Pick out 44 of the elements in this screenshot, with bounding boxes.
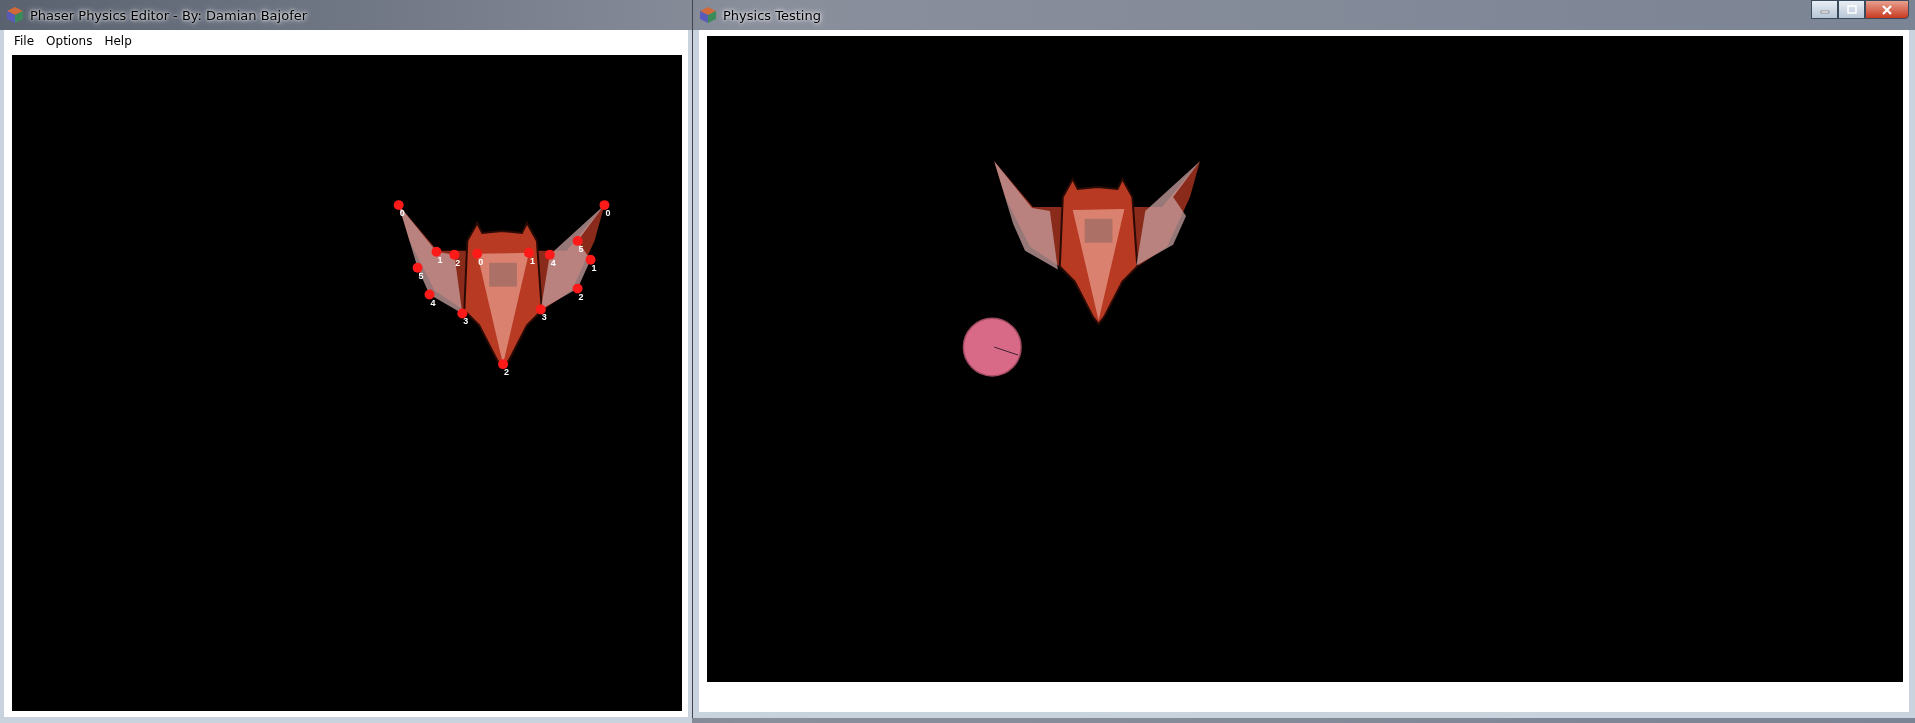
vertex-label: 1 bbox=[529, 255, 535, 266]
vertex-label: 2 bbox=[455, 257, 461, 268]
vertex-label: 0 bbox=[399, 208, 405, 219]
vertex-label: 1 bbox=[591, 262, 597, 273]
vertex-handle[interactable] bbox=[431, 246, 442, 257]
vertex-label: 4 bbox=[430, 297, 436, 308]
vertex-handle[interactable] bbox=[393, 200, 404, 211]
vertex-label: 3 bbox=[463, 316, 469, 327]
menu-item[interactable]: Help bbox=[98, 32, 138, 50]
close-button[interactable] bbox=[1865, 0, 1909, 19]
vertex-label: 3 bbox=[541, 312, 547, 323]
vertex-handle[interactable] bbox=[599, 200, 610, 211]
menu-item[interactable]: File bbox=[8, 32, 41, 50]
vertex-handle[interactable] bbox=[544, 249, 555, 260]
vertex-label: 2 bbox=[504, 367, 510, 378]
vertex-label: 4 bbox=[550, 257, 556, 268]
maximize-icon bbox=[1846, 5, 1857, 14]
vertex-label: 2 bbox=[578, 291, 584, 302]
vertex-handle[interactable] bbox=[472, 248, 483, 259]
vertex-label: 5 bbox=[418, 270, 424, 281]
vertex-handle[interactable] bbox=[535, 304, 546, 315]
vertex-label: 1 bbox=[437, 254, 443, 265]
vertex-label: 5 bbox=[578, 243, 584, 254]
vertex-handle[interactable] bbox=[498, 359, 509, 370]
close-icon bbox=[1881, 4, 1893, 15]
menu-item[interactable]: Options bbox=[40, 32, 99, 50]
vertex-label: 0 bbox=[478, 256, 484, 267]
vertex-handle[interactable] bbox=[572, 283, 583, 294]
vertex-handle[interactable] bbox=[523, 247, 534, 258]
vertex-label: 0 bbox=[605, 208, 611, 219]
vertex-handle[interactable] bbox=[457, 308, 468, 319]
minimize-button[interactable] bbox=[1811, 0, 1838, 19]
cube-icon bbox=[699, 6, 717, 24]
cube-icon bbox=[6, 6, 24, 24]
editor-canvas[interactable]: 0 1 2 3 4 5 0 1 2 0 5 1 2 3 4 bbox=[12, 55, 682, 711]
vertex-handle[interactable] bbox=[572, 235, 583, 246]
vertex-handle[interactable] bbox=[412, 262, 423, 273]
vertex-handle[interactable] bbox=[449, 249, 460, 260]
maximize-button[interactable] bbox=[1838, 0, 1865, 19]
window-title: Phaser Physics Editor - By: Damian Bajofer bbox=[30, 7, 308, 23]
vertex-handle[interactable] bbox=[424, 289, 435, 300]
window-title: Physics Testing bbox=[723, 7, 821, 23]
vertex-handle[interactable] bbox=[585, 254, 596, 265]
ball-drawing bbox=[962, 317, 1022, 377]
